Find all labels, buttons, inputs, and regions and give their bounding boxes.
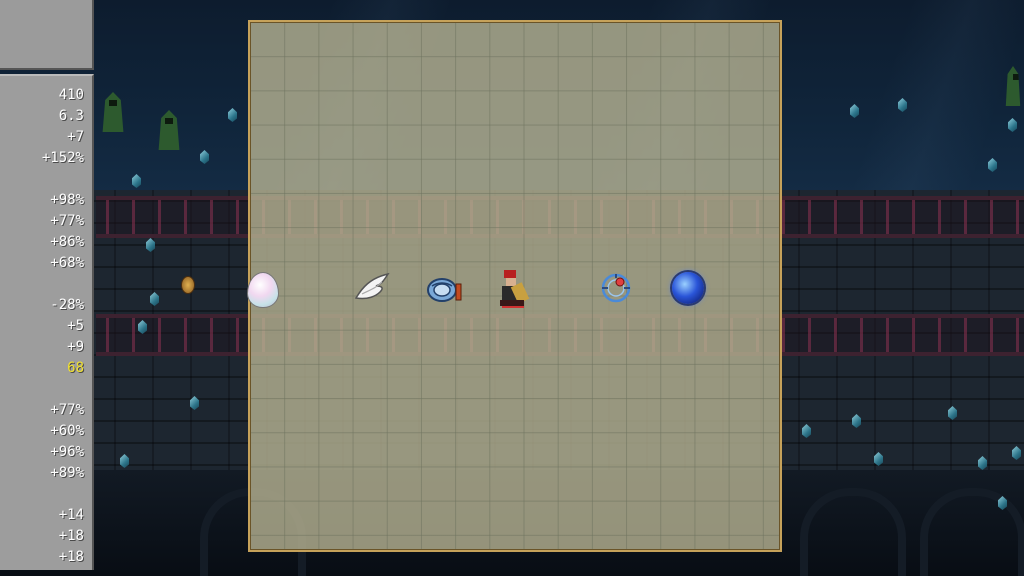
stat-reroll: +14 (58, 507, 84, 523)
stat-curse: +89% (50, 465, 84, 481)
gold-coin-icon (181, 276, 195, 294)
stone-arch (800, 488, 906, 576)
stat-duration: +68% (50, 255, 84, 271)
player-character (500, 270, 530, 308)
stat-greed: +96% (50, 444, 84, 460)
bracer-icon (427, 278, 462, 302)
stat-revival: +9 (67, 339, 84, 355)
attractorb-icon (601, 273, 631, 303)
stats-header-box (0, 0, 94, 70)
stone-arch (920, 488, 1024, 576)
stat-max-health: 410 (58, 87, 84, 103)
stat-growth: +60% (50, 423, 84, 439)
stat-recovery: 6.3 (58, 108, 84, 124)
egg-icon (247, 272, 279, 308)
stat-highlighted: 68 (67, 360, 84, 376)
stat-banish: +18 (58, 549, 84, 565)
wings-icon (354, 272, 390, 300)
stat-skip: +18 (58, 528, 84, 544)
stats-panel: 410 6.3 +7 +152% +98% +77% +86% +68% -28… (0, 74, 94, 570)
stat-armor: +7 (67, 129, 84, 145)
blue-orb-icon (672, 272, 704, 304)
stat-might: +98% (50, 192, 84, 208)
stat-speed: +86% (50, 234, 84, 250)
stat-move-speed: +152% (41, 150, 84, 166)
stat-cooldown: -28% (50, 297, 84, 313)
stat-area: +77% (50, 213, 84, 229)
stat-amount: +5 (67, 318, 84, 334)
stat-luck: +77% (50, 402, 84, 418)
